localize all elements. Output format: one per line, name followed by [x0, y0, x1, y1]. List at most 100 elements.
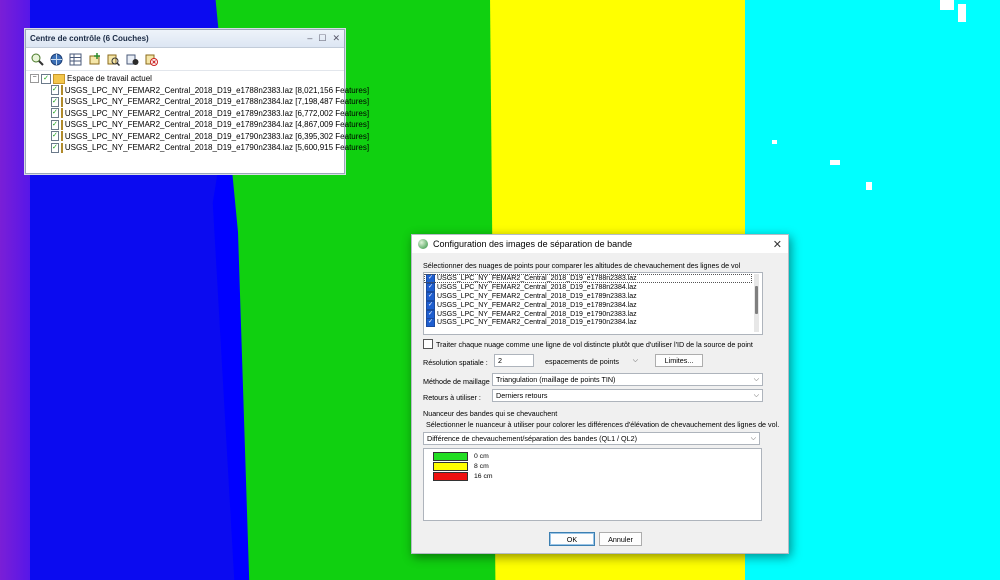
shader-group-label: Nuanceur des bandes qui se chevauchent [423, 409, 558, 418]
select-point-clouds-label: Sélectionner des nuages de points pour c… [423, 261, 741, 270]
legend-entry: 16 cm [424, 471, 761, 481]
mesh-method-label: Méthode de maillage : [423, 377, 494, 386]
point-cloud-item[interactable]: ✓ USGS_LPC_NY_FEMAR2_Central_2018_D19_e17… [424, 291, 752, 301]
point-cloud-checkbox[interactable]: ✓ [426, 273, 435, 283]
scrollbar-thumb[interactable] [755, 286, 758, 314]
point-cloud-checkbox[interactable]: ✓ [426, 300, 435, 310]
point-cloud-layer-icon [60, 85, 63, 96]
layer-item[interactable]: ✓ USGS_LPC_NY_FEMAR2_Central_2018_D19_e17… [30, 131, 369, 143]
legend-label: 0 cm [474, 452, 489, 460]
map-void-patch [772, 140, 777, 144]
point-cloud-item[interactable]: ✓ USGS_LPC_NY_FEMAR2_Central_2018_D19_e17… [424, 273, 752, 283]
cancel-button[interactable]: Annuler [599, 532, 642, 546]
layer-tree: − ✓ Espace de travail actuel ✓ USGS_LPC_N… [26, 71, 369, 156]
point-cloud-label: USGS_LPC_NY_FEMAR2_Central_2018_D19_e179… [437, 319, 637, 327]
resolution-label: Résolution spatiale : [423, 358, 488, 367]
legend-entry: 0 cm [424, 451, 761, 461]
point-cloud-label: USGS_LPC_NY_FEMAR2_Central_2018_D19_e178… [437, 301, 637, 309]
dialog-close-icon[interactable]: ✕ [773, 238, 782, 251]
legend-entry: 8 cm [424, 461, 761, 471]
point-cloud-layer-icon [60, 131, 63, 142]
layer-item[interactable]: ✓ USGS_LPC_NY_FEMAR2_Central_2018_D19_e17… [30, 85, 369, 97]
table-icon[interactable] [68, 52, 83, 67]
close-icon[interactable]: ✕ [332, 33, 340, 44]
chevron-down-icon: ⌵ [753, 391, 759, 399]
layer-visibility-checkbox[interactable]: ✓ [51, 131, 59, 142]
layer-item[interactable]: ✓ USGS_LPC_NY_FEMAR2_Central_2018_D19_e17… [30, 119, 369, 131]
point-cloud-layer-icon [60, 108, 63, 119]
layer-item[interactable]: ✓ USGS_LPC_NY_FEMAR2_Central_2018_D19_e17… [30, 96, 369, 108]
layer-visibility-checkbox[interactable]: ✓ [51, 108, 59, 119]
globe-icon[interactable] [49, 52, 64, 67]
restore-icon[interactable]: ☐ [318, 33, 326, 44]
point-cloud-checkbox[interactable]: ✓ [426, 309, 435, 319]
workspace-checkbox[interactable]: ✓ [41, 73, 51, 84]
chevron-down-icon: ⌵ [750, 434, 756, 442]
layer-label: USGS_LPC_NY_FEMAR2_Central_2018_D19_e179… [64, 143, 370, 153]
ok-button[interactable]: OK [549, 532, 595, 546]
control-center-panel: Centre de contrôle (6 Couches) – ☐ ✕ − ✓… [25, 29, 369, 174]
search-layer-icon[interactable] [106, 52, 121, 67]
layer-label: USGS_LPC_NY_FEMAR2_Central_2018_D19_e178… [64, 97, 370, 107]
point-cloud-checkbox[interactable]: ✓ [426, 282, 435, 292]
map-void-patch [866, 182, 872, 190]
layer-label: USGS_LPC_NY_FEMAR2_Central_2018_D19_e178… [64, 120, 370, 130]
layer-visibility-checkbox[interactable]: ✓ [51, 85, 59, 96]
collapse-icon[interactable]: − [30, 74, 39, 84]
legend-swatch [433, 461, 468, 471]
app-globe-icon [418, 239, 428, 249]
legend-label: 16 cm [474, 472, 493, 480]
control-center-toolbar [26, 48, 344, 71]
point-cloud-checkbox[interactable]: ✓ [426, 291, 435, 301]
layer-label: USGS_LPC_NY_FEMAR2_Central_2018_D19_e179… [64, 131, 370, 141]
point-cloud-item[interactable]: ✓ USGS_LPC_NY_FEMAR2_Central_2018_D19_e17… [424, 309, 752, 319]
map-void-patch [958, 4, 966, 22]
point-cloud-label: USGS_LPC_NY_FEMAR2_Central_2018_D19_e178… [437, 292, 637, 300]
point-cloud-label: USGS_LPC_NY_FEMAR2_Central_2018_D19_e179… [437, 310, 637, 318]
control-center-title: Centre de contrôle (6 Couches) [30, 34, 149, 43]
resolution-unit-select[interactable]: espacements de points ⌵ [541, 355, 642, 367]
layer-item[interactable]: ✓ USGS_LPC_NY_FEMAR2_Central_2018_D19_e17… [30, 142, 369, 154]
map-void-patch [830, 160, 840, 165]
map-void-patch [940, 0, 954, 10]
point-cloud-item[interactable]: ✓ USGS_LPC_NY_FEMAR2_Central_2018_D19_e17… [424, 318, 752, 328]
dialog-titlebar[interactable]: Configuration des images de séparation d… [412, 235, 788, 253]
point-cloud-checkbox[interactable]: ✓ [426, 318, 435, 328]
control-center-titlebar[interactable]: Centre de contrôle (6 Couches) – ☐ ✕ [26, 30, 344, 48]
limits-button[interactable]: Limites... [655, 354, 703, 367]
properties-icon[interactable] [125, 52, 140, 67]
legend-swatch [433, 471, 468, 481]
shader-legend: 0 cm 8 cm 16 cm [423, 448, 762, 521]
layer-visibility-checkbox[interactable]: ✓ [51, 142, 59, 153]
legend-label: 8 cm [474, 462, 489, 470]
minimize-icon[interactable]: – [307, 33, 312, 44]
chevron-down-icon: ⌵ [753, 375, 759, 383]
resolution-input[interactable]: 2 [494, 354, 534, 367]
mesh-method-select[interactable]: Triangulation (maillage de points TIN) ⌵ [492, 373, 763, 386]
point-cloud-label: USGS_LPC_NY_FEMAR2_Central_2018_D19_e178… [437, 274, 637, 282]
add-layer-icon[interactable] [87, 52, 102, 67]
point-cloud-item[interactable]: ✓ USGS_LPC_NY_FEMAR2_Central_2018_D19_e17… [424, 300, 752, 310]
treat-each-cloud-checkbox[interactable] [423, 339, 433, 349]
layer-visibility-checkbox[interactable]: ✓ [51, 119, 59, 130]
shader-select[interactable]: Différence de chevauchement/séparation d… [423, 432, 760, 445]
layer-item[interactable]: ✓ USGS_LPC_NY_FEMAR2_Central_2018_D19_e17… [30, 108, 369, 120]
treat-each-cloud-option[interactable]: Traiter chaque nuage comme une ligne de … [423, 339, 753, 349]
point-cloud-list[interactable]: ✓ USGS_LPC_NY_FEMAR2_Central_2018_D19_e17… [423, 272, 763, 335]
treat-each-cloud-label: Traiter chaque nuage comme une ligne de … [436, 339, 753, 349]
workspace-label: Espace de travail actuel [67, 74, 152, 84]
remove-layer-icon[interactable] [144, 52, 159, 67]
layer-visibility-checkbox[interactable]: ✓ [51, 96, 59, 107]
band-separation-dialog: Configuration des images de séparation d… [411, 234, 789, 554]
point-cloud-item[interactable]: ✓ USGS_LPC_NY_FEMAR2_Central_2018_D19_e17… [424, 282, 752, 292]
chevron-down-icon: ⌵ [632, 357, 638, 364]
shader-prompt: Sélectionner le nuanceur à utiliser pour… [426, 420, 780, 429]
workspace-node[interactable]: − ✓ Espace de travail actuel [30, 73, 340, 85]
zoom-layer-icon[interactable] [30, 52, 45, 67]
legend-swatch [433, 451, 468, 461]
layer-label: USGS_LPC_NY_FEMAR2_Central_2018_D19_e178… [64, 85, 370, 95]
dialog-title: Configuration des images de séparation d… [433, 239, 633, 249]
point-cloud-layer-icon [60, 96, 63, 107]
point-cloud-list-scrollbar[interactable] [754, 274, 759, 332]
returns-select[interactable]: Derniers retours ⌵ [492, 389, 763, 402]
